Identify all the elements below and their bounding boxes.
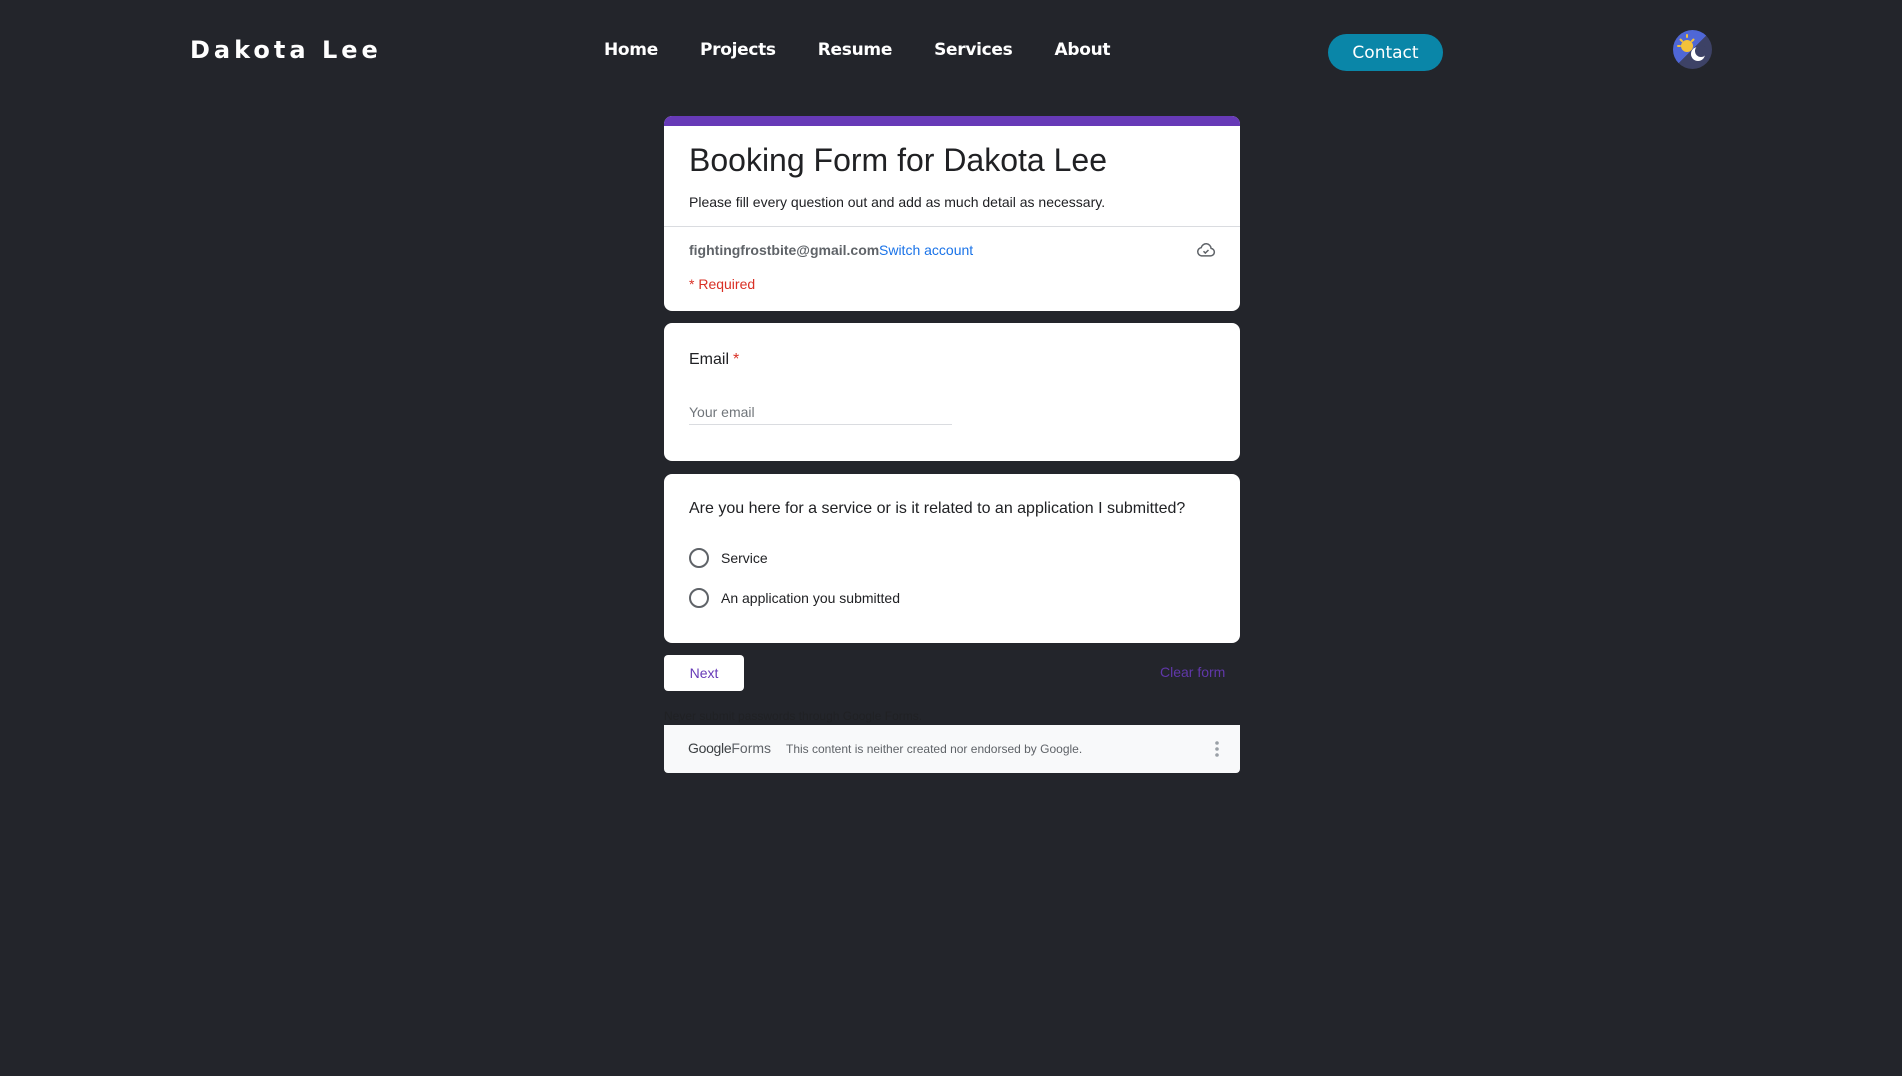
page: Dakota Lee Home Projects Resume Services… (0, 0, 1902, 1076)
clear-form-button[interactable]: Clear form (1160, 664, 1225, 680)
email-question-card: Email * (664, 323, 1240, 461)
theme-toggle-button[interactable] (1673, 30, 1712, 69)
forms-footer: GoogleForms This content is neither crea… (664, 725, 1240, 773)
form-accent-stripe (664, 116, 1240, 126)
purpose-question-card: Are you here for a service or is it rela… (664, 474, 1240, 643)
form-title: Booking Form for Dakota Lee (689, 142, 1107, 178)
google-forms-logo[interactable]: GoogleForms (688, 740, 771, 756)
next-button[interactable]: Next (664, 655, 744, 691)
form-header-card: Booking Form for Dakota Lee Please fill … (664, 116, 1240, 311)
required-note: * Required (689, 276, 756, 292)
option-label: An application you submitted (721, 590, 900, 606)
form-description: Please fill every question out and add a… (689, 194, 1106, 210)
required-star: * (733, 351, 740, 368)
footer-disclaimer: This content is neither created nor endo… (786, 742, 1083, 756)
option-label: Service (721, 550, 768, 566)
nav-services[interactable]: Services (934, 40, 1013, 60)
main-nav: Home Projects Resume Services About (604, 40, 1152, 60)
password-warning: Never submit passwords through Google Fo… (664, 709, 923, 723)
email-input[interactable] (689, 400, 952, 425)
nav-home[interactable]: Home (604, 40, 658, 60)
option-service[interactable]: Service (689, 548, 768, 568)
radio-button[interactable] (689, 548, 709, 568)
nav-resume[interactable]: Resume (818, 40, 893, 60)
email-question-label: Email * (689, 351, 739, 369)
logo-forms-text: Forms (731, 740, 772, 756)
email-label-text: Email (689, 351, 730, 368)
nav-projects[interactable]: Projects (700, 40, 776, 60)
radio-button[interactable] (689, 588, 709, 608)
site-brand[interactable]: Dakota Lee (190, 36, 382, 64)
switch-account-link[interactable]: Switch account (879, 242, 973, 258)
header-divider (664, 226, 1240, 227)
more-options-icon[interactable] (1214, 739, 1220, 759)
purpose-question-label: Are you here for a service or is it rela… (689, 500, 1186, 517)
nav-about[interactable]: About (1054, 40, 1110, 60)
logo-google-text: Google (688, 740, 732, 756)
option-application[interactable]: An application you submitted (689, 588, 900, 608)
sun-moon-icon (1677, 34, 1707, 61)
cloud-save-icon (1197, 243, 1216, 257)
account-email: fightingfrostbite@gmail.com (689, 242, 880, 258)
contact-button[interactable]: Contact (1328, 34, 1443, 71)
